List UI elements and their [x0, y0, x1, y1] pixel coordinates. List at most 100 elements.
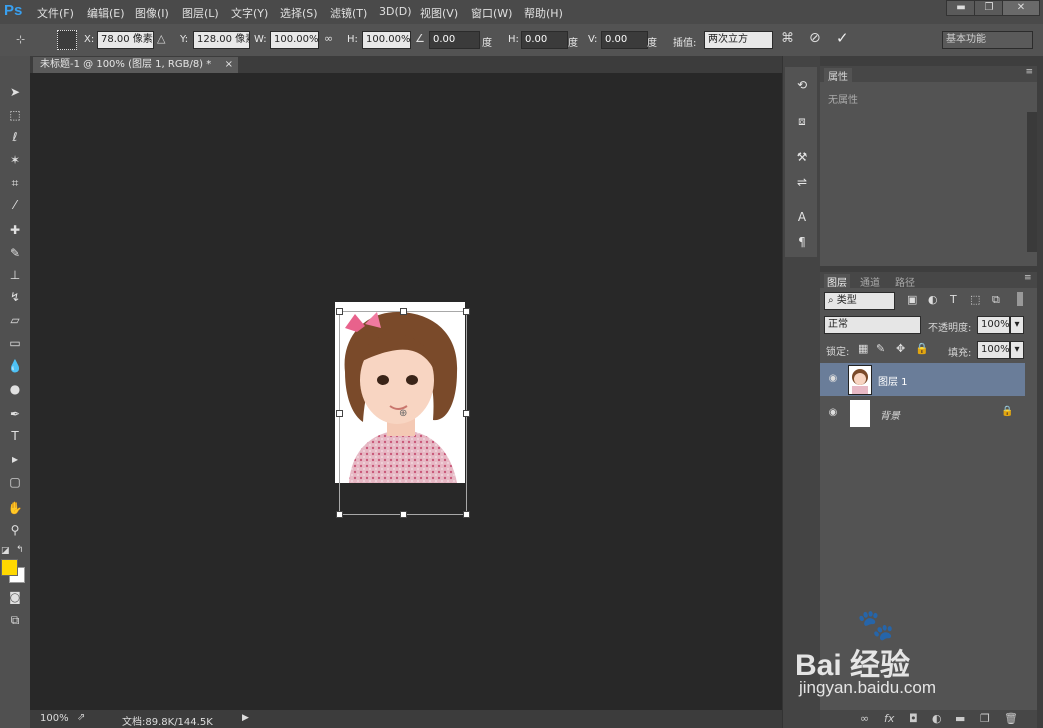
menu-window[interactable]: 窗口(W) [471, 5, 512, 21]
actions-panel-icon[interactable]: ⧈ [793, 112, 811, 130]
history-brush-tool-icon[interactable]: ↯ [6, 289, 24, 305]
history-panel-icon[interactable]: ⟲ [793, 76, 811, 94]
height-field[interactable]: 100.00% [362, 31, 411, 49]
menu-file[interactable]: 文件(F) [37, 5, 74, 21]
path-selection-tool-icon[interactable]: ▸ [6, 451, 24, 467]
filter-shape-icon[interactable]: ⬚ [970, 293, 980, 306]
healing-brush-tool-icon[interactable]: ✚ [6, 222, 24, 238]
brush-presets-icon[interactable]: ⚒ [793, 148, 811, 166]
restore-button[interactable]: ❐ [974, 0, 1004, 16]
eraser-tool-icon[interactable]: ▱ [6, 312, 24, 328]
transform-tool-icon[interactable]: ⊹ [16, 33, 25, 46]
document-tab[interactable]: 未标题-1 @ 100% (图层 1, RGB/8) * × [33, 57, 238, 73]
transform-handle[interactable] [336, 410, 343, 417]
warp-icon[interactable]: ⌘ [781, 31, 794, 46]
hand-tool-icon[interactable]: ✋ [6, 500, 24, 516]
quick-mask-icon[interactable]: ◙ [6, 589, 24, 605]
filter-type-icon[interactable]: T [950, 293, 957, 306]
menu-select[interactable]: 选择(S) [280, 5, 318, 21]
minimize-button[interactable]: ▬ [946, 0, 976, 16]
layer-row-layer1[interactable]: ◉ 图层 1 [820, 363, 1025, 396]
zoom-level[interactable]: 100% [40, 713, 69, 724]
filter-adjustment-icon[interactable]: ◐ [928, 293, 938, 306]
properties-scrollbar[interactable] [1027, 112, 1037, 252]
commit-transform-icon[interactable]: ✓ [836, 29, 849, 47]
menu-image[interactable]: 图像(I) [135, 5, 169, 21]
link-icon[interactable]: ∞ [324, 32, 333, 45]
character-panel-icon[interactable]: A [793, 208, 811, 226]
type-tool-icon[interactable]: T [6, 428, 24, 444]
relative-position-icon[interactable]: △ [157, 32, 165, 45]
transform-handle[interactable] [463, 410, 470, 417]
pen-tool-icon[interactable]: ✒ [6, 406, 24, 422]
adjustments-icon[interactable]: ⇌ [793, 173, 811, 191]
menu-filter[interactable]: 滤镜(T) [330, 5, 367, 21]
panel-menu-icon[interactable]: ≡ [1025, 67, 1033, 77]
vskew-field[interactable]: 0.00 [601, 31, 648, 49]
close-tab-icon[interactable]: × [225, 57, 233, 73]
transform-handle[interactable] [463, 511, 470, 518]
filter-pixel-icon[interactable]: ▣ [907, 293, 917, 306]
layers-panel-menu-icon[interactable]: ≡ [1024, 273, 1032, 283]
width-field[interactable]: 100.00% [270, 31, 319, 49]
default-colors-icon[interactable]: ◪ [1, 546, 10, 556]
tab-paths[interactable]: 路径 [895, 274, 915, 289]
opacity-field[interactable]: 100% [977, 316, 1010, 334]
new-group-icon[interactable]: ▬ [955, 712, 965, 725]
move-tool-icon[interactable]: ➤ [6, 84, 24, 100]
delete-layer-icon[interactable]: 🗑 [1004, 712, 1018, 725]
hskew-field[interactable]: 0.00 [521, 31, 568, 49]
crop-tool-icon[interactable]: ⌗ [6, 175, 24, 191]
layer-name[interactable]: 图层 1 [878, 373, 908, 388]
reference-point-icon[interactable] [57, 30, 77, 50]
magic-wand-tool-icon[interactable]: ✶ [6, 152, 24, 168]
dodge-tool-icon[interactable]: ● [6, 381, 24, 397]
menu-edit[interactable]: 编辑(E) [87, 5, 125, 21]
transform-handle[interactable] [336, 511, 343, 518]
tab-layers[interactable]: 图层 [824, 274, 850, 289]
angle-field[interactable]: 0.00 [429, 31, 480, 49]
fill-dropdown-icon[interactable]: ▾ [1010, 341, 1024, 359]
properties-tab[interactable]: 属性 [824, 68, 852, 83]
transform-handle[interactable] [336, 308, 343, 315]
marquee-tool-icon[interactable]: ⬚ [6, 107, 24, 123]
transform-bounding-box[interactable]: ⊕ [336, 308, 470, 518]
lock-transparent-icon[interactable]: ▦ [858, 342, 868, 355]
lock-position-icon[interactable]: ✥ [896, 342, 905, 355]
foreground-color-swatch[interactable] [1, 559, 18, 576]
layer-name[interactable]: 背景 [880, 407, 900, 422]
menu-type[interactable]: 文字(Y) [231, 5, 268, 21]
visibility-eye-icon[interactable]: ◉ [826, 373, 840, 387]
opacity-dropdown-icon[interactable]: ▾ [1010, 316, 1024, 334]
close-window-button[interactable]: ✕ [1002, 0, 1040, 16]
menu-view[interactable]: 视图(V) [420, 5, 458, 21]
zoom-tool-icon[interactable]: ⚲ [6, 522, 24, 538]
lock-all-icon[interactable]: 🔒 [915, 342, 929, 355]
layer-style-icon[interactable]: fx [884, 712, 894, 725]
clone-stamp-tool-icon[interactable]: ⊥ [6, 267, 24, 283]
share-icon[interactable]: ⇗ [77, 712, 85, 723]
add-mask-icon[interactable]: ◘ [909, 712, 918, 725]
eyedropper-tool-icon[interactable]: ⁄ [6, 197, 24, 213]
x-field[interactable]: 78.00 像素 [97, 31, 154, 49]
menu-help[interactable]: 帮助(H) [524, 5, 563, 21]
rectangle-tool-icon[interactable]: ▢ [6, 474, 24, 490]
blur-tool-icon[interactable]: 💧 [6, 358, 24, 374]
transform-handle[interactable] [463, 308, 470, 315]
filter-toggle[interactable] [1017, 292, 1023, 306]
cancel-transform-icon[interactable]: ⊘ [809, 30, 821, 46]
new-adjustment-icon[interactable]: ◐ [932, 712, 942, 725]
paragraph-panel-icon[interactable]: ¶ [793, 233, 811, 251]
menu-3d[interactable]: 3D(D) [379, 5, 412, 18]
status-menu-arrow-icon[interactable]: ▶ [242, 713, 249, 723]
workspace-select[interactable]: 基本功能 [942, 31, 1033, 49]
transform-handle[interactable] [400, 511, 407, 518]
screen-mode-icon[interactable]: ⧉ [6, 612, 24, 628]
y-field[interactable]: 128.00 像素 [193, 31, 250, 49]
brush-tool-icon[interactable]: ✎ [6, 245, 24, 261]
swap-colors-icon[interactable]: ↰ [16, 545, 24, 555]
filter-smart-object-icon[interactable]: ⧉ [992, 293, 1000, 307]
layer-filter-select[interactable]: ⌕ 类型 [824, 292, 895, 310]
transform-handle[interactable] [400, 308, 407, 315]
interpolation-select[interactable]: 两次立方 [704, 31, 773, 49]
